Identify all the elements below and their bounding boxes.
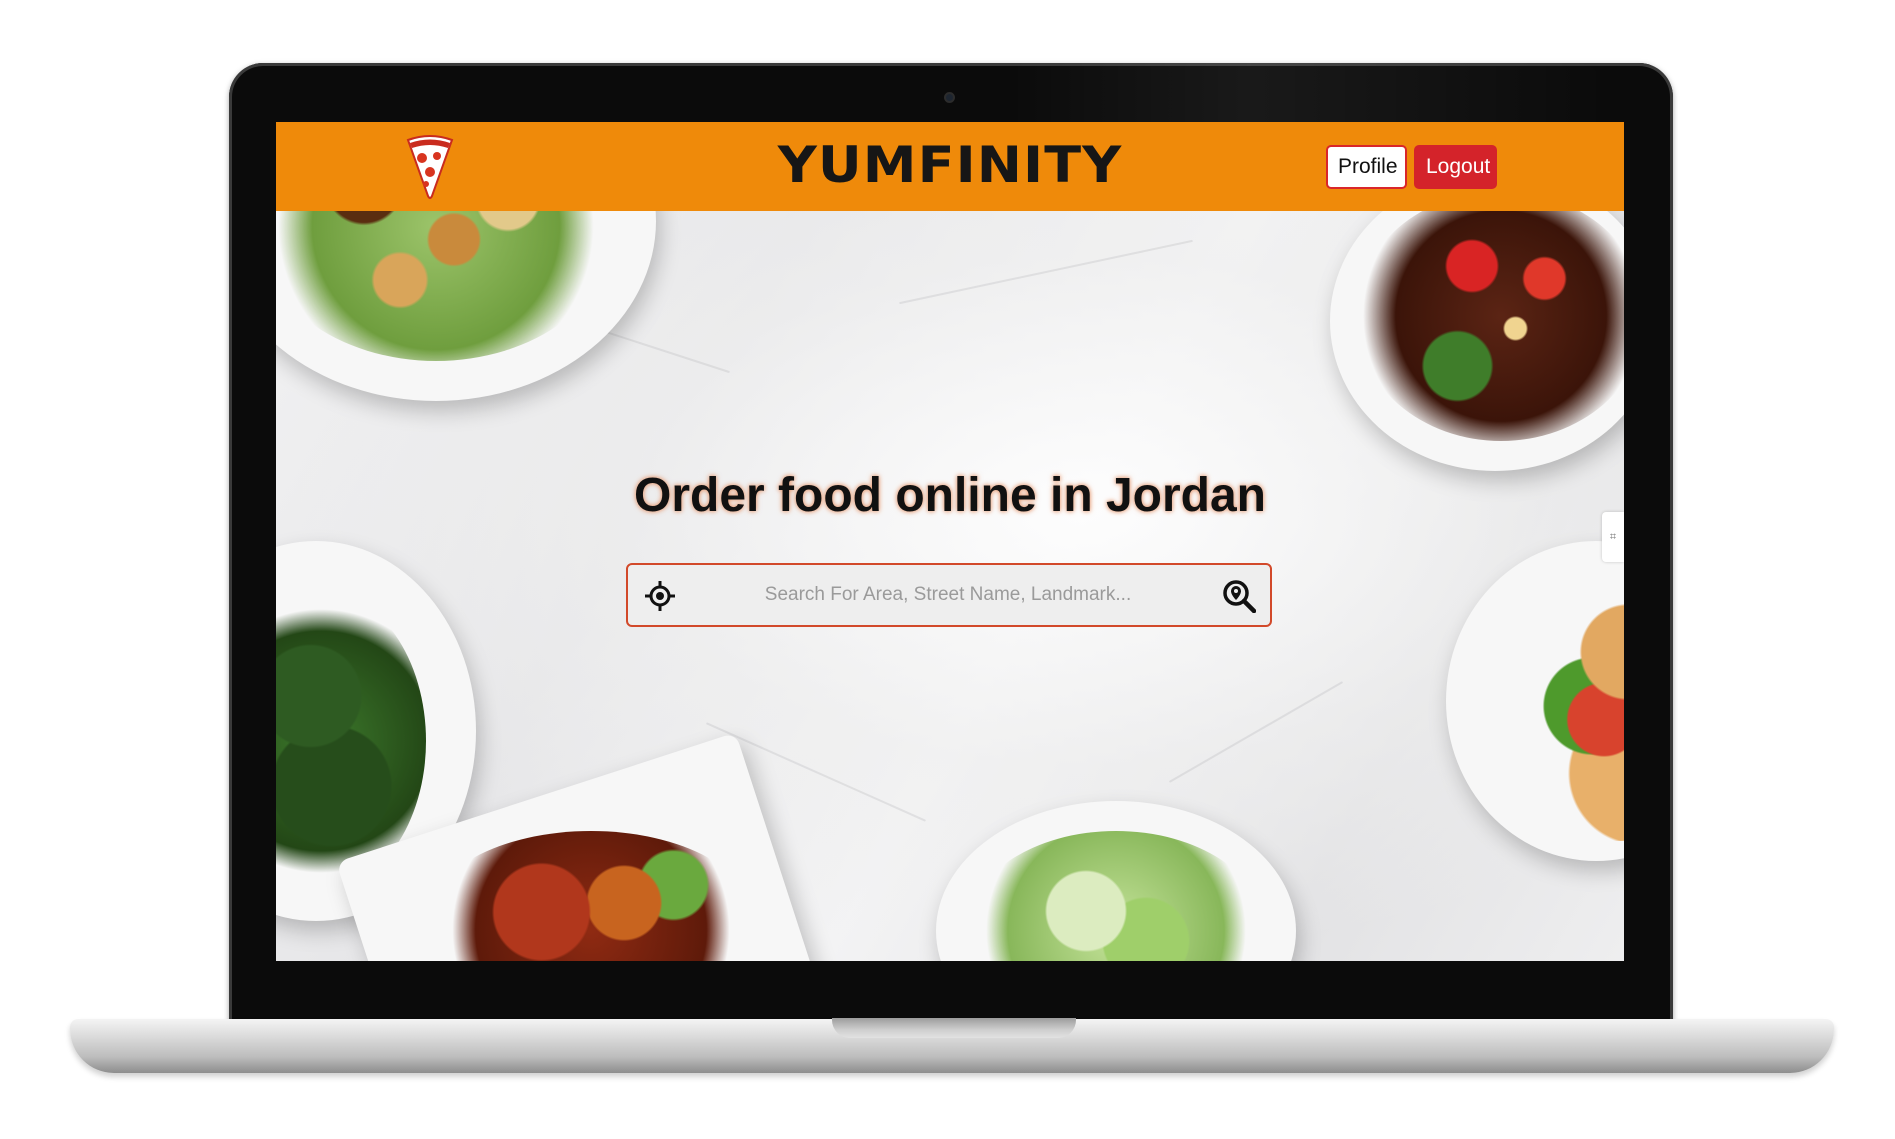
search-location-icon[interactable] — [1222, 579, 1256, 613]
lid-gloss — [1009, 63, 1609, 123]
hero-headline: Order food online in Jordan — [633, 469, 1266, 522]
profile-button[interactable]: Profile — [1326, 145, 1407, 189]
navbar: YUMFINITY Profile Logout — [276, 122, 1624, 211]
laptop-notch — [832, 1018, 1076, 1038]
side-feedback-tab[interactable]: ⌗ — [1602, 512, 1624, 562]
locate-crosshair-icon[interactable] — [644, 580, 676, 612]
search-bar — [626, 563, 1272, 627]
browser-screen: YUMFINITY Profile Logout Order food onli… — [276, 122, 1624, 961]
logout-button[interactable]: Logout — [1414, 145, 1497, 189]
search-input[interactable] — [698, 575, 1198, 615]
webcam-icon — [944, 92, 955, 103]
